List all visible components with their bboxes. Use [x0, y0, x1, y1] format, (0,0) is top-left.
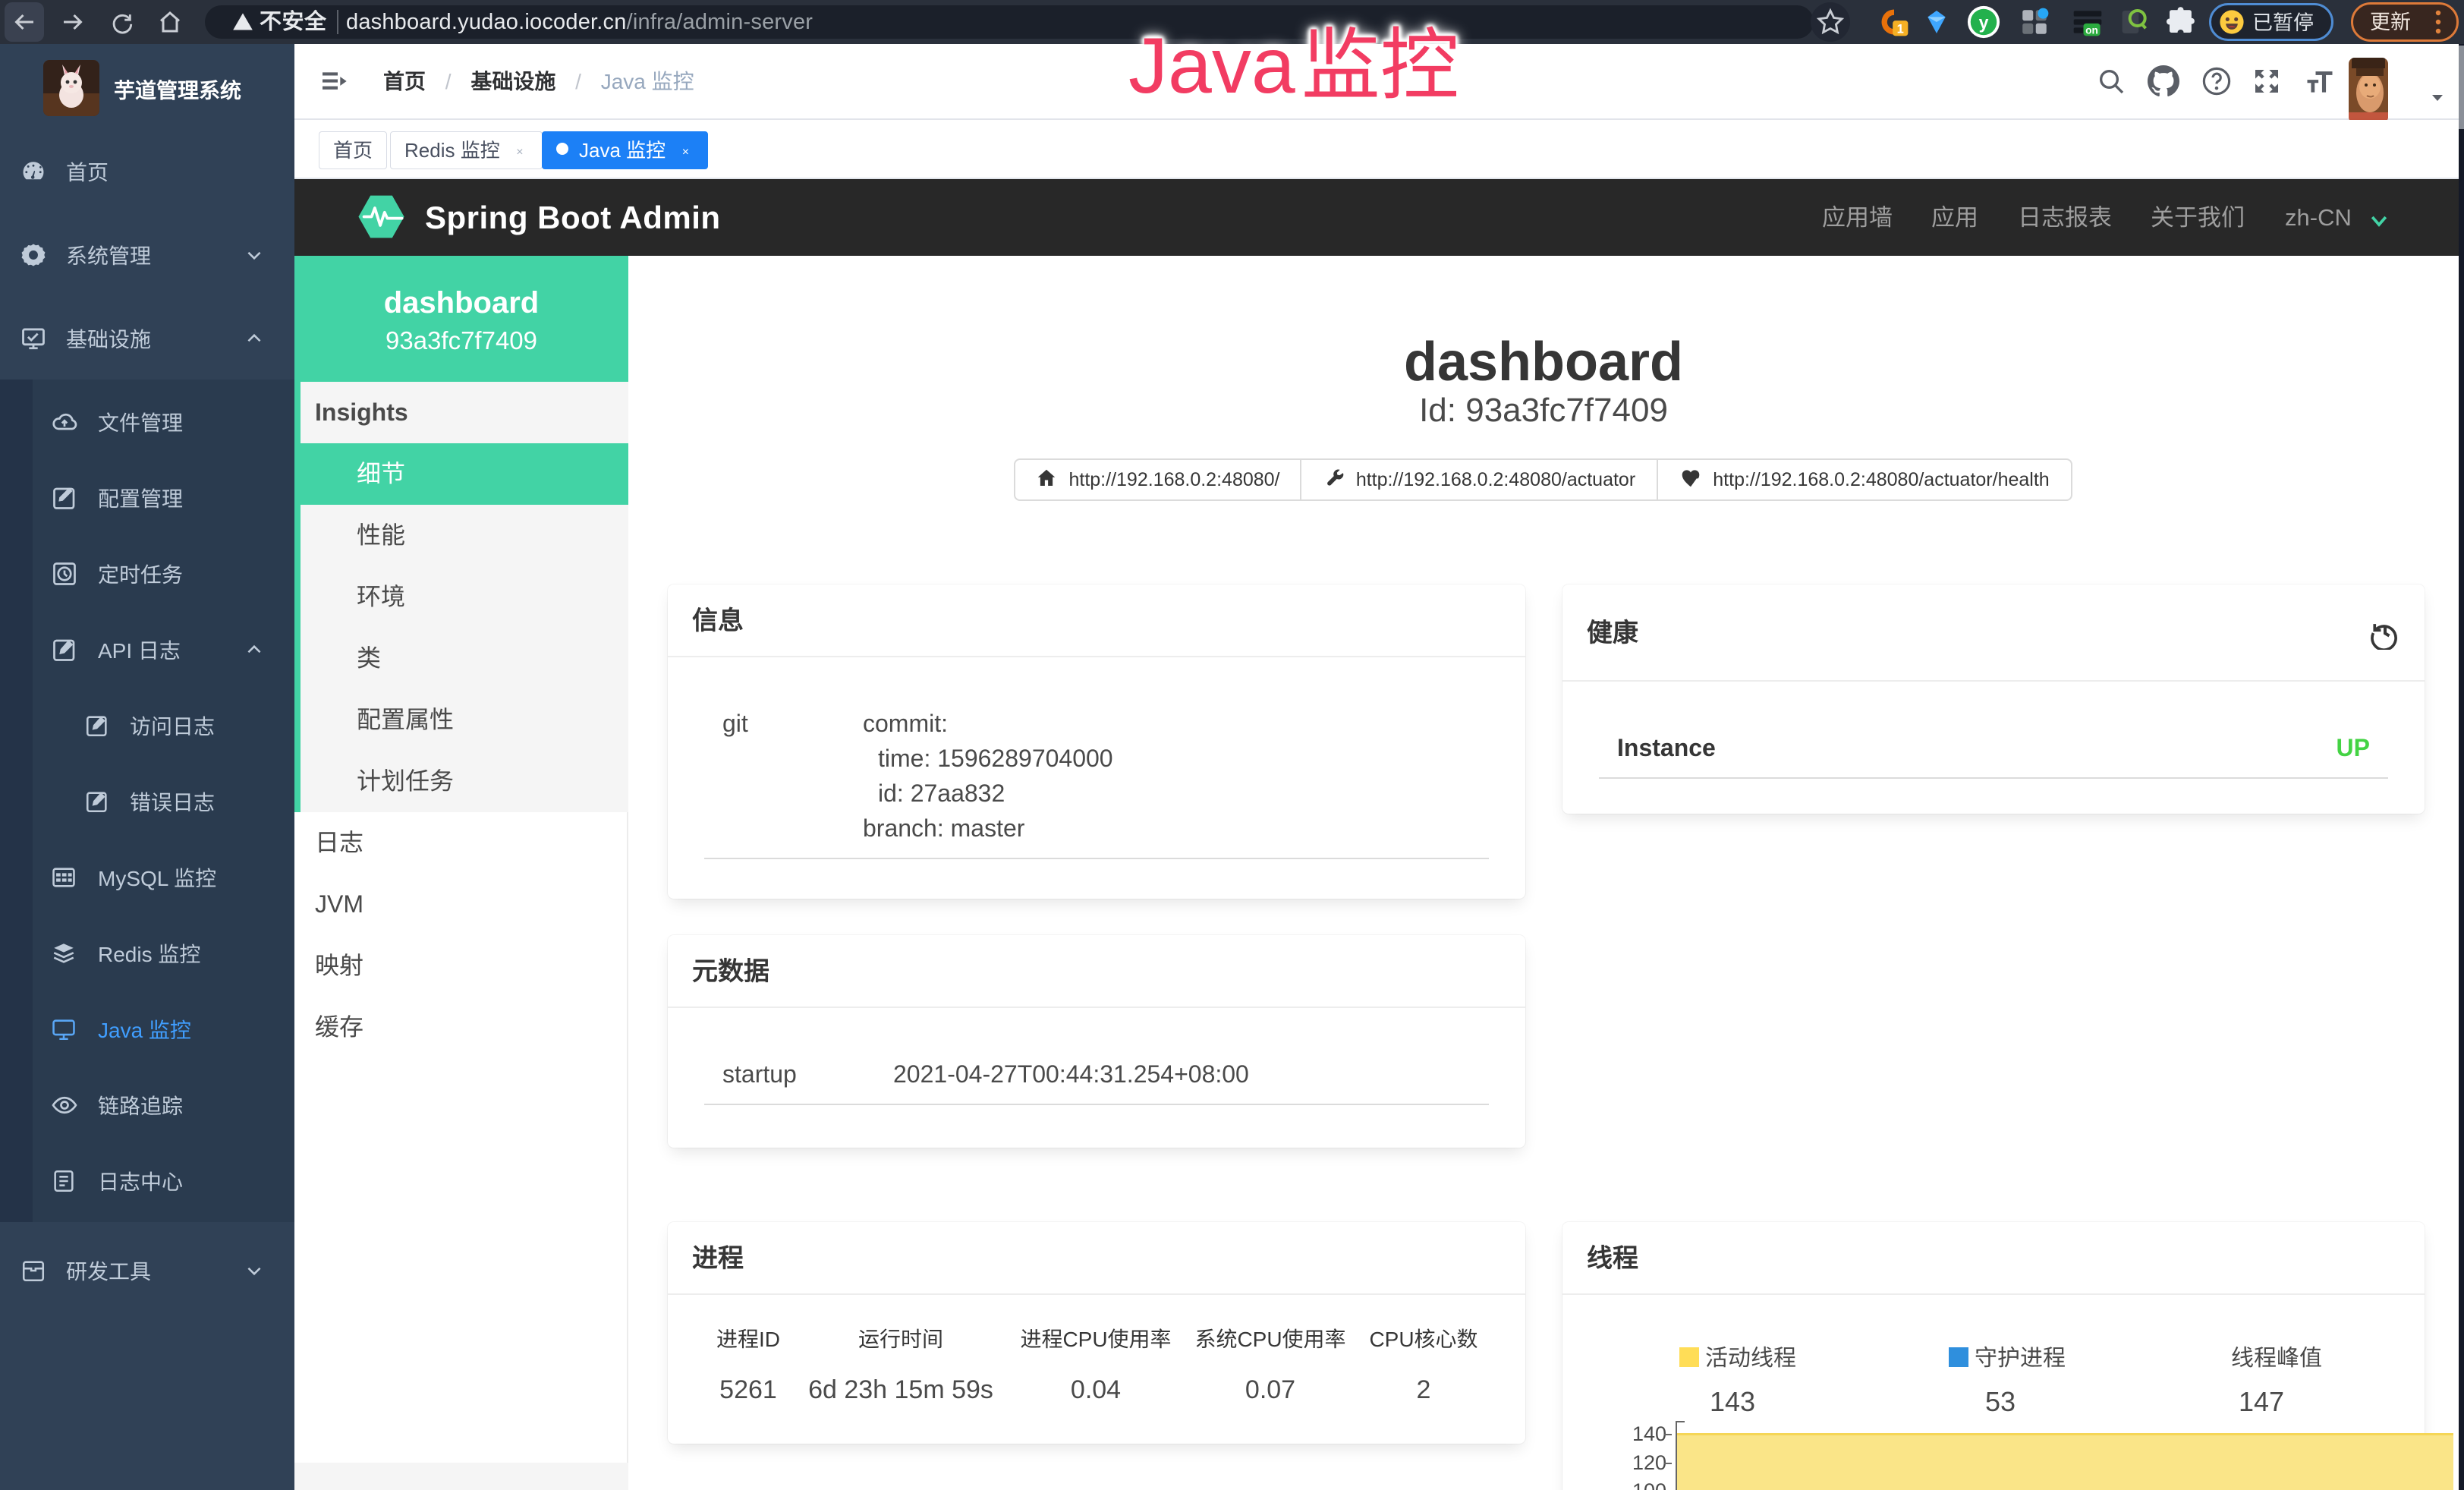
svg-text:y: y [1979, 13, 1989, 33]
svg-text:1: 1 [1897, 23, 1904, 36]
svg-text:on: on [2085, 25, 2098, 36]
